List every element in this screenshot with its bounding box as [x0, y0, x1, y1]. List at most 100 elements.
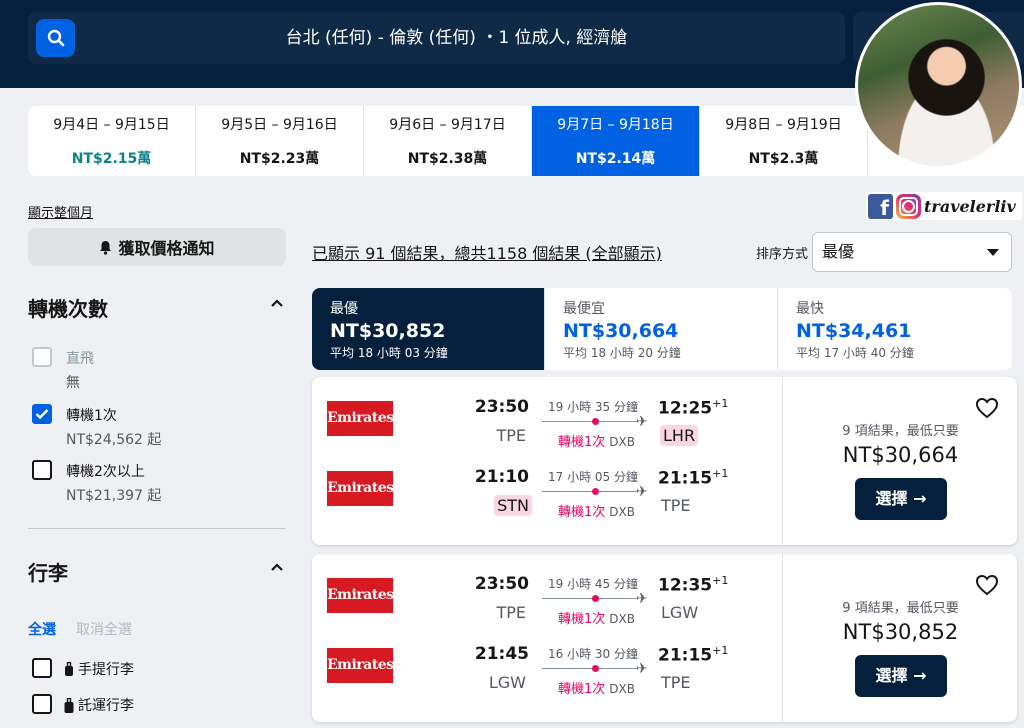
arrival-airport: TPE — [661, 673, 691, 692]
results-count-link[interactable]: 已顯示 91 個結果，總共1158 個結果 (全部顯示) — [312, 240, 662, 264]
airplane-icon: ✈ — [636, 414, 648, 430]
social-watermark: f travelerliv — [866, 192, 1022, 220]
checkbox[interactable] — [32, 460, 52, 480]
route-line — [542, 668, 638, 669]
search-icon — [47, 29, 64, 47]
sort-tab-best[interactable]: 最優 NT$30,852 平均 18 小時 03 分鐘 — [312, 288, 545, 370]
deals-count: 9 項結果，最低只要 — [842, 424, 959, 439]
date-tab[interactable]: 9月4日 – 9月15日 NT$2.15萬 — [28, 106, 196, 176]
sort-tab-duration: 平均 17 小時 40 分鐘 — [796, 346, 914, 360]
arrival-airport: LGW — [661, 603, 699, 622]
route-line — [542, 491, 638, 492]
stops-info: 轉機1次 DXB — [558, 501, 635, 520]
stop-airport: DXB — [609, 682, 635, 696]
facebook-icon: f — [868, 193, 893, 220]
sort-tab-fastest[interactable]: 最快 NT$34,461 平均 17 小時 40 分鐘 — [778, 288, 1011, 370]
date-tab-label: 9月4日 – 9月15日 — [53, 117, 170, 133]
bell-icon — [100, 240, 112, 255]
select-button[interactable]: 選擇 → — [855, 478, 947, 520]
date-tab-selected[interactable]: 9月7日 – 9月18日 NT$2.14萬 — [532, 106, 700, 176]
deselect-all-link[interactable]: 取消全選 — [76, 619, 132, 639]
heart-icon[interactable] — [975, 397, 999, 419]
sort-select[interactable]: 最優 — [812, 232, 1012, 272]
stop-dot — [592, 418, 599, 425]
instagram-icon — [896, 193, 921, 219]
show-whole-month-link[interactable]: 顯示整個月 — [28, 202, 93, 221]
flight-result-card[interactable]: Emirates 23:50 TPE 19 小時 35 分鐘 ✈ 轉機1次 DXB… — [312, 377, 1017, 545]
stops-filter-title: 轉機次數 — [28, 297, 108, 321]
caret-down-icon — [987, 249, 999, 256]
stops-option-sub: 無 — [66, 375, 80, 391]
route-line — [542, 598, 638, 599]
sort-tab-duration: 平均 18 小時 20 分鐘 — [563, 346, 681, 360]
departure-airport: LGW — [488, 673, 526, 692]
stops-option-label: 轉機1次 — [66, 408, 117, 424]
chevron-up-icon[interactable] — [270, 298, 284, 308]
select-all-link[interactable]: 全選 — [28, 619, 56, 639]
flight-duration: 16 小時 30 分鐘 — [548, 647, 638, 661]
social-handle: travelerliv — [924, 196, 1016, 216]
emirates-logo: Emirates — [327, 578, 394, 613]
heart-icon[interactable] — [975, 574, 999, 596]
checkbox[interactable] — [32, 658, 52, 678]
departure-airport-highlighted: STN — [494, 495, 532, 516]
arrival-airport: TPE — [661, 496, 691, 515]
departure-time: 23:50 — [474, 574, 529, 594]
airplane-icon: ✈ — [636, 661, 648, 677]
baggage-option-label: 手提行李 — [78, 662, 134, 678]
sort-tab-price: NT$30,664 — [563, 320, 679, 342]
checkbox[interactable] — [32, 347, 52, 367]
search-summary-text[interactable]: 台北 (任何) - 倫敦 (任何) ・1 位成人, 經濟艙 — [88, 12, 825, 64]
avatar-photo — [855, 2, 1022, 169]
checked-bag-icon — [64, 698, 74, 713]
sidebar-divider — [28, 528, 286, 529]
airplane-icon: ✈ — [636, 591, 648, 607]
arrival-time: 12:35 — [658, 575, 713, 596]
baggage-filter-title: 行李 — [28, 561, 68, 585]
stop-dot — [592, 665, 599, 672]
date-tab[interactable]: 9月8日 – 9月19日 NT$2.3萬 — [700, 106, 868, 176]
stop-dot — [592, 488, 599, 495]
arrival-time-group: 12:25+1 — [658, 397, 728, 419]
stop-dot — [592, 595, 599, 602]
next-day-marker: +1 — [712, 467, 729, 480]
sort-tab-cheapest[interactable]: 最便宜 NT$30,664 平均 18 小時 20 分鐘 — [545, 288, 778, 370]
baggage-option-row: 託運行李 — [64, 695, 134, 715]
checkbox-checked[interactable] — [32, 404, 52, 424]
price-alert-button[interactable]: 獲取價格通知 — [28, 228, 286, 266]
arrival-airport-highlighted: LHR — [660, 425, 699, 446]
next-day-marker: +1 — [712, 644, 729, 657]
next-day-marker: +1 — [712, 397, 729, 410]
flight-duration: 17 小時 05 分鐘 — [548, 470, 638, 484]
flight-leg-outbound: Emirates 23:50 TPE 19 小時 35 分鐘 ✈ 轉機1次 DXB… — [312, 397, 782, 471]
stops-option-sub: NT$21,397 起 — [66, 488, 162, 504]
stops-count: 轉機1次 — [558, 505, 606, 520]
checkbox[interactable] — [32, 694, 52, 714]
search-button[interactable] — [36, 19, 75, 57]
flight-result-card[interactable]: Emirates 23:50 TPE 19 小時 45 分鐘 ✈ 轉機1次 DXB… — [312, 554, 1017, 722]
flight-leg-return: Emirates 21:45 LGW 16 小時 30 分鐘 ✈ 轉機1次 DXB… — [312, 644, 782, 718]
date-tab[interactable]: 9月6日 – 9月17日 NT$2.38萬 — [364, 106, 532, 176]
sort-tabs: 最優 NT$30,852 平均 18 小時 03 分鐘 最便宜 NT$30,66… — [312, 288, 1012, 370]
stops-count: 轉機1次 — [558, 682, 606, 697]
carry-on-bag-icon — [65, 662, 73, 676]
flight-duration: 19 小時 45 分鐘 — [548, 577, 638, 591]
stops-option-label: 直飛 — [66, 351, 94, 367]
date-tab-price: NT$2.14萬 — [575, 151, 656, 167]
flight-leg-outbound: Emirates 23:50 TPE 19 小時 45 分鐘 ✈ 轉機1次 DXB… — [312, 574, 782, 648]
select-button[interactable]: 選擇 → — [855, 655, 947, 697]
next-day-marker: +1 — [712, 574, 729, 587]
stops-info: 轉機1次 DXB — [558, 431, 635, 450]
chevron-up-icon[interactable] — [270, 562, 284, 572]
emirates-logo: Emirates — [327, 471, 394, 506]
stop-airport: DXB — [609, 612, 635, 626]
date-tab-price: NT$2.23萬 — [239, 151, 320, 167]
search-summary-box[interactable]: 台北 (任何) - 倫敦 (任何) ・1 位成人, 經濟艙 — [28, 12, 845, 64]
emirates-logo: Emirates — [327, 648, 394, 683]
date-tab[interactable]: 9月5日 – 9月16日 NT$2.23萬 — [196, 106, 364, 176]
date-tab-label: 9月5日 – 9月16日 — [221, 117, 338, 133]
flight-leg-return: Emirates 21:10 STN 17 小時 05 分鐘 ✈ 轉機1次 DXB… — [312, 467, 782, 541]
stop-airport: DXB — [609, 505, 635, 519]
arrival-time-group: 21:15+1 — [658, 467, 728, 489]
stops-option-label: 轉機2次以上 — [66, 464, 145, 480]
